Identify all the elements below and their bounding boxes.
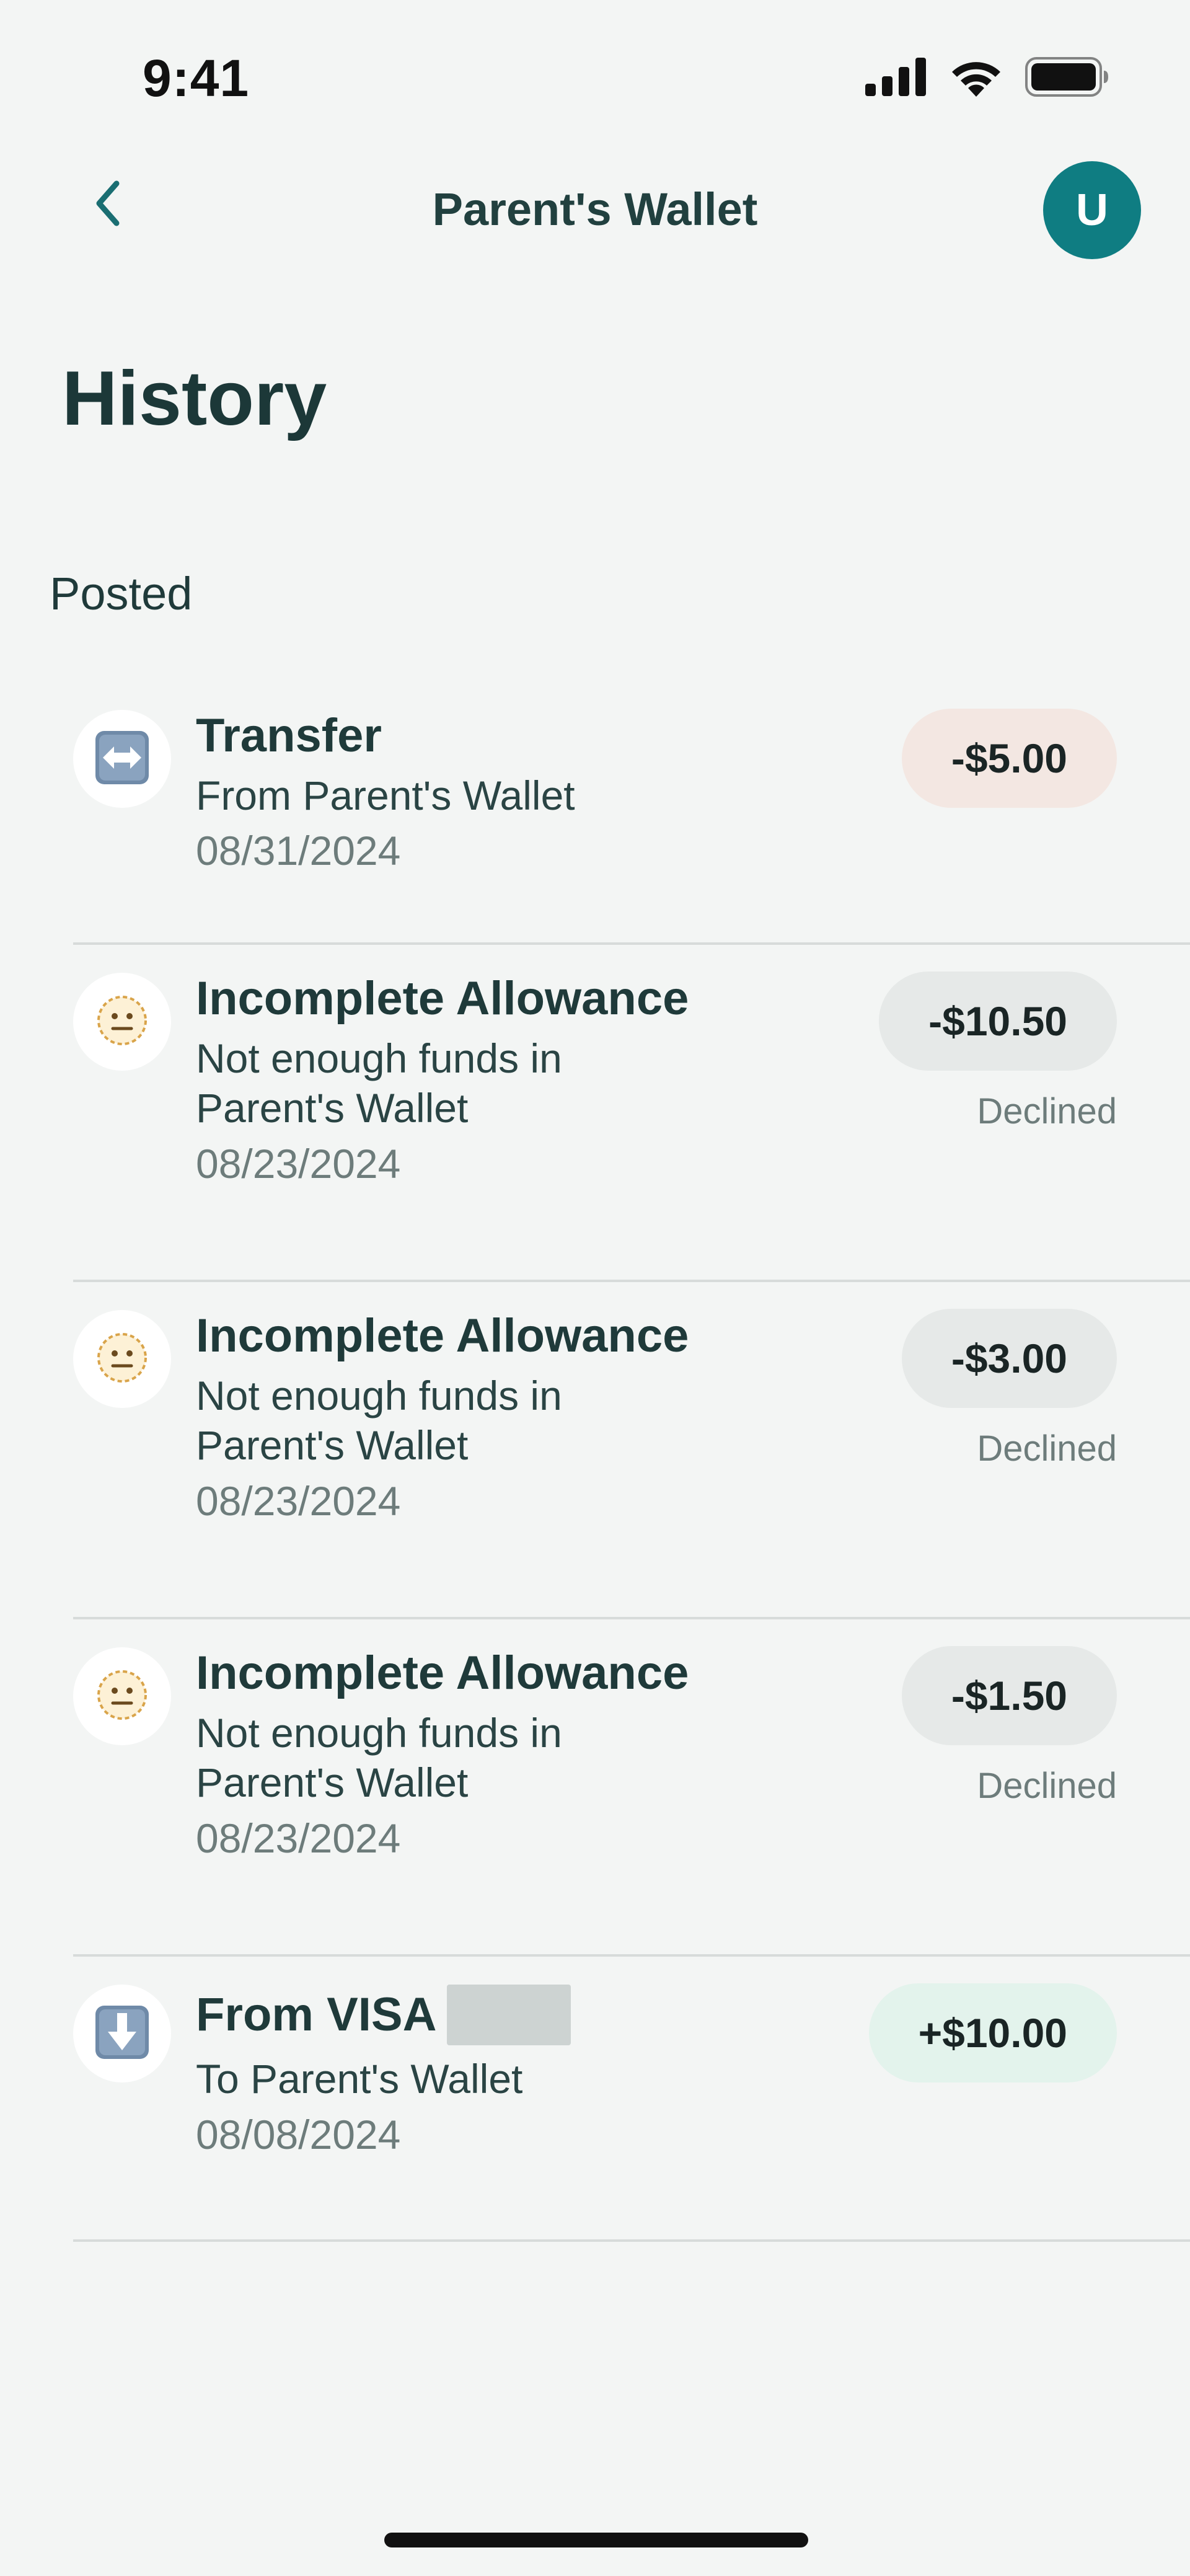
status-bar: 9:41	[0, 0, 1190, 143]
transaction-date: 08/23/2024	[196, 1140, 401, 1187]
amount-badge: -$1.50	[901, 1646, 1117, 1745]
transaction-subtitle: Not enough funds in Parent's Wallet	[196, 1709, 562, 1806]
neutral-face-icon	[94, 993, 150, 1051]
transaction-title: Transfer	[196, 709, 382, 762]
transaction-list: Transfer From Parent's Wallet 08/31/2024…	[73, 682, 1190, 2242]
neutral-face-icon	[94, 1330, 150, 1389]
amount-badge: -$3.00	[901, 1309, 1117, 1408]
transaction-title: Incomplete Allowance	[196, 1647, 689, 1699]
neutral-face-icon	[94, 1667, 150, 1726]
status-label: Declined	[977, 1766, 1117, 1806]
transaction-details: From VISA To Parent's Wallet 08/08/2024	[196, 1985, 816, 2159]
transaction-details: Incomplete Allowance Not enough funds in…	[196, 973, 816, 1188]
amount-badge: -$10.50	[879, 972, 1117, 1071]
battery-icon	[1025, 57, 1109, 100]
transaction-icon-badge	[73, 1985, 171, 2082]
transaction-subtitle: Not enough funds in Parent's Wallet	[196, 1035, 562, 1131]
redacted-card-number	[446, 1985, 571, 2045]
header-title: Parent's Wallet	[432, 184, 758, 235]
avatar[interactable]: U	[1043, 161, 1141, 259]
transaction-icon-badge	[73, 710, 171, 808]
transaction-details: Transfer From Parent's Wallet 08/31/2024	[196, 710, 816, 875]
transaction-title: From VISA	[196, 1988, 437, 2042]
transaction-details: Incomplete Allowance Not enough funds in…	[196, 1647, 816, 1863]
transaction-date: 08/23/2024	[196, 1815, 401, 1861]
transaction-subtitle: To Parent's Wallet	[196, 2056, 523, 2102]
transaction-details: Incomplete Allowance Not enough funds in…	[196, 1310, 816, 1526]
wallet-history-screen: 9:41 Parent's Wallet U History Posted Tr…	[0, 0, 1190, 2576]
cellular-signal-icon	[865, 58, 927, 99]
transaction-icon-badge	[73, 973, 171, 1071]
transaction-subtitle: Not enough funds in Parent's Wallet	[196, 1372, 562, 1469]
transaction-date: 08/31/2024	[196, 828, 401, 874]
transaction-row[interactable]: From VISA To Parent's Wallet 08/08/2024 …	[73, 1957, 1190, 2242]
transaction-date: 08/23/2024	[196, 1477, 401, 1524]
transaction-row[interactable]: Incomplete Allowance Not enough funds in…	[73, 1619, 1190, 1957]
transaction-title-row: From VISA	[196, 1985, 816, 2045]
transaction-title: Incomplete Allowance	[196, 1309, 689, 1362]
transaction-date: 08/08/2024	[196, 2111, 401, 2158]
transaction-icon-badge	[73, 1310, 171, 1408]
amount-badge: +$10.00	[868, 1983, 1117, 2082]
home-indicator	[384, 2533, 808, 2547]
status-label: Declined	[977, 1428, 1117, 1469]
status-time: 9:41	[143, 49, 250, 107]
top-navigation-bar: Parent's Wallet U	[0, 158, 1190, 263]
status-label: Declined	[977, 1091, 1117, 1131]
transaction-icon-badge	[73, 1647, 171, 1745]
wifi-icon	[950, 57, 1003, 100]
down-arrow-icon	[94, 2004, 150, 2063]
transaction-row[interactable]: Incomplete Allowance Not enough funds in…	[73, 1282, 1190, 1619]
status-icons	[865, 57, 1109, 100]
amount-badge: -$5.00	[901, 709, 1117, 808]
transaction-row[interactable]: Transfer From Parent's Wallet 08/31/2024…	[73, 682, 1190, 945]
section-title-posted: Posted	[50, 568, 193, 619]
page-title: History	[62, 356, 327, 441]
transaction-subtitle: From Parent's Wallet	[196, 772, 575, 818]
left-right-arrow-icon	[94, 730, 150, 789]
transaction-row[interactable]: Incomplete Allowance Not enough funds in…	[73, 945, 1190, 1282]
transaction-title: Incomplete Allowance	[196, 972, 689, 1025]
